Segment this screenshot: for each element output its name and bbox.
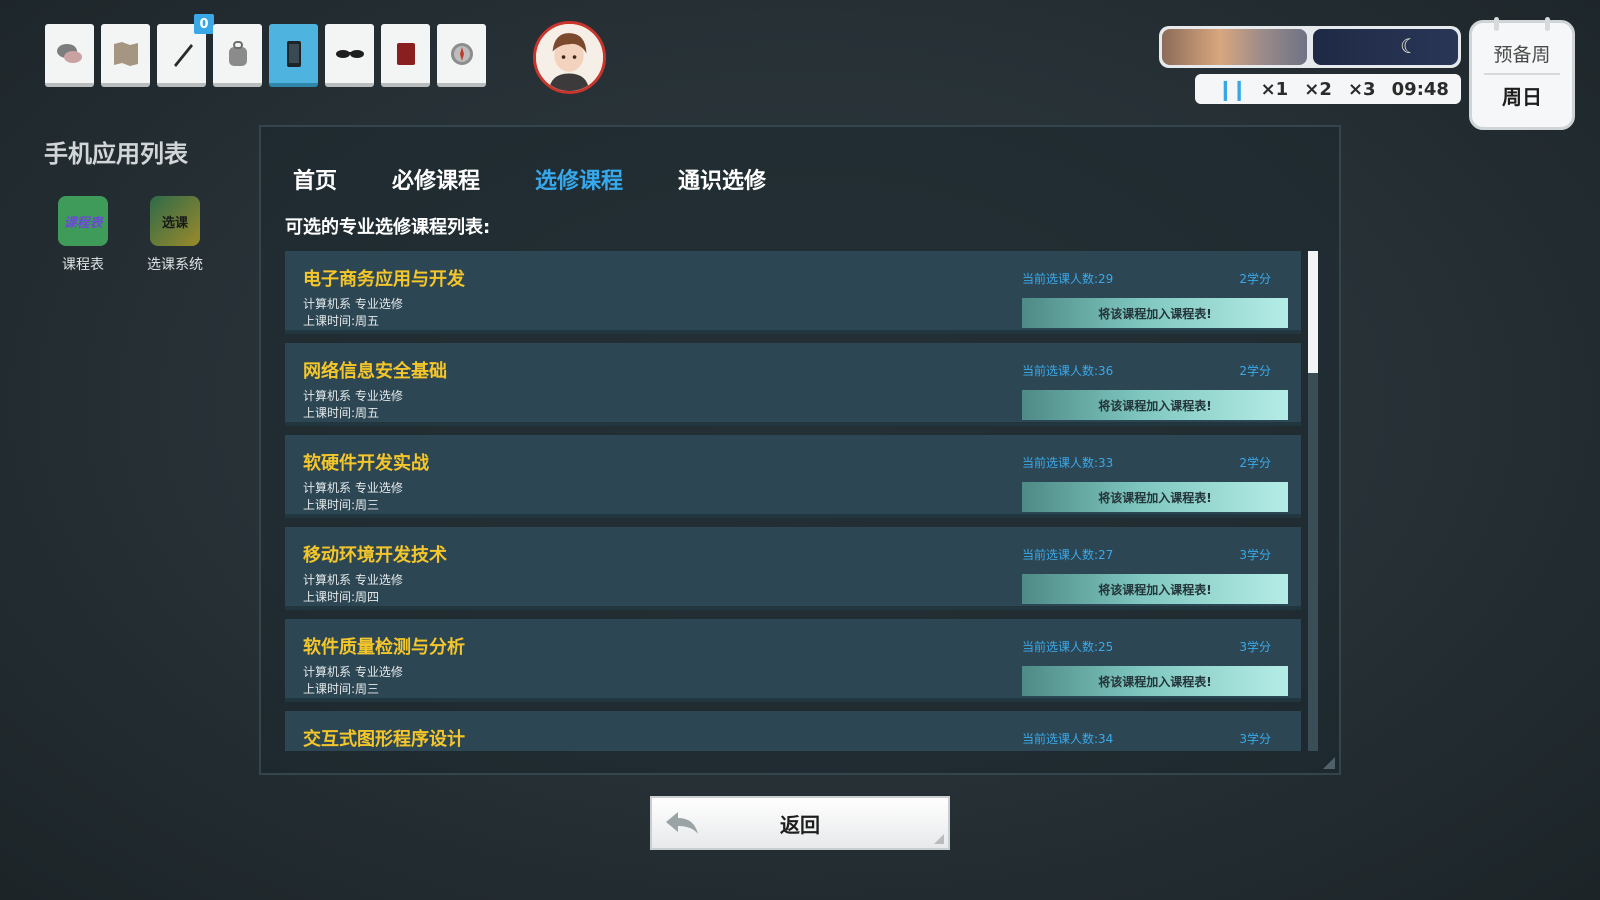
course-card: 软硬件开发实战 计算机系 专业选修 上课时间:周三 当前选课人数:33 2学分 … [285, 435, 1301, 518]
phone-button[interactable] [269, 24, 318, 87]
app-label-course-selection: 选课系统 [147, 257, 203, 273]
speed-x1-button[interactable]: ×1 [1261, 79, 1289, 100]
course-name: 交互式图形程序设计 [303, 729, 465, 750]
course-credits: 3学分 [1239, 548, 1271, 562]
toolbar: 0 [45, 14, 486, 87]
book-icon [396, 42, 415, 65]
pen-button[interactable]: 0 [157, 14, 214, 87]
nighttime-sky-icon: ☾ [1313, 29, 1458, 65]
resize-corner-icon [1323, 757, 1335, 769]
course-selection-app-icon[interactable]: 选课 [150, 196, 200, 246]
scrollbar-thumb[interactable] [1308, 251, 1318, 373]
course-name: 移动环境开发技术 [303, 545, 447, 566]
course-card: 移动环境开发技术 计算机系 专业选修 上课时间:周四 当前选课人数:27 3学分… [285, 527, 1301, 610]
calendar-ring-icon [1545, 17, 1550, 31]
map-icon [113, 41, 138, 66]
compass-button[interactable] [437, 24, 486, 87]
backpack-button[interactable] [213, 24, 262, 87]
speed-x3-button[interactable]: ×3 [1348, 79, 1376, 100]
course-time: 上课时间:周五 [303, 406, 380, 420]
add-course-button[interactable]: 将该课程加入课程表! [1022, 482, 1288, 512]
calendar-day: 周日 [1484, 73, 1560, 110]
tab-home[interactable]: 首页 [293, 163, 337, 195]
course-name: 软件质量检测与分析 [303, 637, 465, 658]
course-enrollment: 当前选课人数:34 [1022, 732, 1114, 746]
pen-icon [173, 43, 193, 67]
chat-button[interactable] [45, 24, 94, 87]
player-avatar[interactable] [533, 21, 606, 94]
course-card: 交互式图形程序设计 当前选课人数:34 3学分 [285, 711, 1301, 751]
course-time: 上课时间:周三 [303, 682, 380, 696]
course-list-title: 可选的专业选修课程列表: [285, 217, 491, 238]
tab-elective-courses[interactable]: 选修课程 [535, 163, 623, 195]
map-button[interactable] [101, 24, 150, 87]
app-course-selection[interactable]: 选课 选课系统 [140, 196, 210, 274]
add-course-button[interactable]: 将该课程加入课程表! [1022, 574, 1288, 604]
course-department: 计算机系 专业选修 [303, 389, 403, 403]
tab-required-courses[interactable]: 必修课程 [392, 163, 480, 195]
course-enrollment: 当前选课人数:36 [1022, 364, 1114, 378]
sunglasses-button[interactable] [325, 24, 374, 87]
course-department: 计算机系 专业选修 [303, 573, 403, 587]
back-label: 返回 [780, 812, 820, 837]
course-time: 上课时间:周四 [303, 590, 380, 604]
course-enrollment: 当前选课人数:25 [1022, 640, 1114, 654]
course-credits: 3学分 [1239, 640, 1271, 654]
time-of-day-bar: ☾ [1159, 26, 1461, 68]
add-course-button[interactable]: 将该课程加入课程表! [1022, 298, 1288, 328]
back-button[interactable]: 返回 [650, 796, 950, 850]
course-name: 软硬件开发实战 [303, 453, 429, 474]
app-label-schedule: 课程表 [62, 257, 104, 273]
course-time: 上课时间:周五 [303, 314, 380, 328]
course-time: 上课时间:周三 [303, 498, 380, 512]
daytime-sky-icon [1162, 29, 1307, 65]
book-button[interactable] [381, 24, 430, 87]
backpack-icon [228, 40, 247, 66]
course-department: 计算机系 专业选修 [303, 665, 403, 679]
moon-icon: ☾ [1400, 34, 1418, 58]
course-name: 网络信息安全基础 [303, 361, 447, 382]
course-credits: 2学分 [1239, 272, 1271, 286]
course-credits: 2学分 [1239, 364, 1271, 378]
pause-icon[interactable]: ❙❙ [1217, 77, 1247, 101]
course-credits: 3学分 [1239, 732, 1271, 746]
compass-icon [450, 42, 473, 65]
course-department: 计算机系 专业选修 [303, 297, 403, 311]
game-speed-controls: ❙❙ ×1 ×2 ×3 09:48 [1195, 74, 1461, 104]
app-schedule[interactable]: 课程表 课程表 [48, 196, 118, 274]
back-arrow-icon [666, 812, 698, 834]
course-enrollment: 当前选课人数:27 [1022, 548, 1114, 562]
tab-general-electives[interactable]: 通识选修 [678, 163, 766, 195]
course-name: 电子商务应用与开发 [303, 269, 465, 290]
speed-x2-button[interactable]: ×2 [1304, 79, 1332, 100]
course-card: 网络信息安全基础 计算机系 专业选修 上课时间:周五 当前选课人数:36 2学分… [285, 343, 1301, 426]
course-list-scrollbar[interactable] [1308, 251, 1318, 751]
button-corner-icon [934, 834, 944, 844]
course-selection-panel: 首页 必修课程 选修课程 通识选修 可选的专业选修课程列表: 电子商务应用与开发… [259, 125, 1341, 775]
game-clock: 09:48 [1391, 78, 1449, 100]
app-list-title: 手机应用列表 [44, 140, 188, 168]
course-enrollment: 当前选课人数:33 [1022, 456, 1114, 470]
tab-bar: 首页 必修课程 选修课程 通识选修 [293, 163, 766, 195]
notification-badge: 0 [194, 14, 214, 34]
calendar-ring-icon [1494, 17, 1499, 31]
add-course-button[interactable]: 将该课程加入课程表! [1022, 390, 1288, 420]
course-card: 软件质量检测与分析 计算机系 专业选修 上课时间:周三 当前选课人数:25 3学… [285, 619, 1301, 702]
character-portrait-icon [536, 24, 603, 91]
course-enrollment: 当前选课人数:29 [1022, 272, 1114, 286]
course-credits: 2学分 [1239, 456, 1271, 470]
course-card: 电子商务应用与开发 计算机系 专业选修 上课时间:周五 当前选课人数:29 2学… [285, 251, 1301, 334]
sunglasses-icon [335, 49, 364, 58]
course-department: 计算机系 专业选修 [303, 481, 403, 495]
add-course-button[interactable]: 将该课程加入课程表! [1022, 666, 1288, 696]
calendar-week: 预备周 [1493, 44, 1551, 66]
calendar-widget: 预备周 周日 [1469, 17, 1575, 130]
phone-icon [286, 40, 301, 67]
course-list[interactable]: 电子商务应用与开发 计算机系 专业选修 上课时间:周五 当前选课人数:29 2学… [285, 251, 1301, 751]
chat-bubbles-icon [56, 43, 82, 63]
schedule-app-icon[interactable]: 课程表 [58, 196, 108, 246]
